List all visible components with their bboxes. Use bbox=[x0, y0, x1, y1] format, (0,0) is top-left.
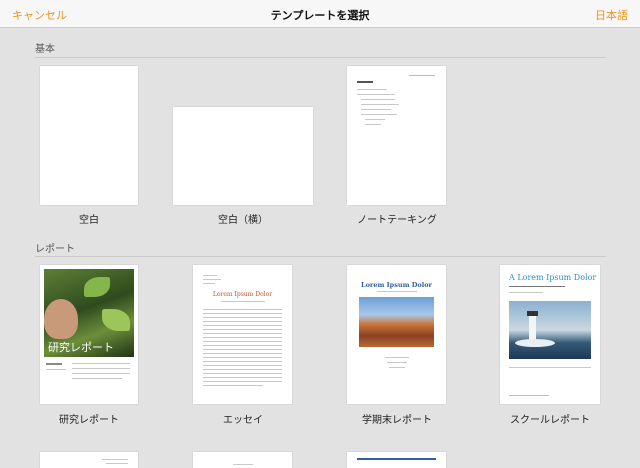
template-note-taking[interactable] bbox=[347, 66, 446, 205]
decorative-line bbox=[203, 329, 282, 330]
template-term-paper[interactable]: Lorem Ipsum Dolor bbox=[347, 265, 446, 404]
template-caption: 空白（横） bbox=[218, 215, 268, 226]
decorative-line bbox=[203, 333, 282, 334]
template-thumbnail-partial[interactable] bbox=[193, 452, 292, 468]
decorative-line bbox=[377, 291, 417, 292]
decorative-line bbox=[203, 283, 215, 284]
decorative-line bbox=[233, 464, 253, 465]
decorative-line bbox=[106, 463, 128, 464]
decorative-line bbox=[509, 395, 549, 396]
section-divider bbox=[35, 57, 606, 58]
decorative-line bbox=[509, 286, 565, 287]
decorative-line bbox=[357, 94, 395, 95]
decorative-line bbox=[361, 109, 391, 110]
decorative-line bbox=[221, 301, 265, 302]
decorative-line bbox=[365, 124, 381, 125]
decorative-line bbox=[385, 357, 409, 358]
template-caption: 空白 bbox=[79, 215, 99, 226]
decorative-line bbox=[203, 353, 282, 354]
decorative-line bbox=[203, 385, 263, 386]
decorative-line bbox=[72, 373, 130, 374]
template-research-report[interactable]: 研究レポート bbox=[40, 265, 138, 404]
decorative-line bbox=[387, 362, 407, 363]
navigation-bar: キャンセル テンプレートを選択 日本語 bbox=[0, 0, 640, 28]
hand-shape bbox=[44, 299, 78, 339]
decorative-line bbox=[361, 114, 397, 115]
decorative-line bbox=[72, 378, 122, 379]
template-caption: 学期末レポート bbox=[362, 415, 432, 426]
decorative-line bbox=[509, 292, 543, 293]
decorative-line bbox=[509, 367, 591, 368]
section-title-report: レポート bbox=[35, 244, 75, 255]
decorative-line bbox=[203, 279, 221, 280]
decorative-line bbox=[46, 363, 62, 365]
decorative-line bbox=[203, 321, 282, 322]
leaf-shape bbox=[102, 309, 130, 331]
canyon-photo bbox=[359, 297, 434, 347]
decorative-line bbox=[102, 459, 128, 460]
decorative-line bbox=[203, 313, 282, 314]
decorative-line bbox=[46, 369, 66, 370]
decorative-line bbox=[389, 367, 405, 368]
decorative-line bbox=[357, 458, 436, 460]
school-report-heading: A Lorem Ipsum Dolor bbox=[509, 273, 597, 282]
decorative-line bbox=[361, 99, 395, 100]
wave-shape bbox=[515, 339, 555, 347]
decorative-line bbox=[72, 363, 130, 364]
decorative-line bbox=[203, 369, 282, 370]
decorative-line bbox=[203, 361, 282, 362]
page-title: テンプレートを選択 bbox=[270, 9, 370, 22]
decorative-line bbox=[357, 81, 373, 83]
decorative-line bbox=[72, 368, 130, 369]
decorative-line bbox=[203, 377, 282, 378]
template-caption: ノートテーキング bbox=[357, 215, 437, 226]
cover-title: 研究レポート bbox=[48, 341, 114, 354]
lighthouse-top-shape bbox=[527, 311, 538, 316]
decorative-line bbox=[203, 345, 282, 346]
lighthouse-photo bbox=[509, 301, 591, 359]
decorative-line bbox=[409, 75, 435, 76]
template-blank[interactable] bbox=[40, 66, 138, 205]
template-blank-landscape[interactable] bbox=[173, 107, 313, 205]
template-school-report[interactable]: A Lorem Ipsum Dolor bbox=[500, 265, 600, 404]
essay-heading: Lorem Ipsum Dolor bbox=[212, 291, 273, 298]
decorative-line bbox=[203, 325, 282, 326]
decorative-line bbox=[357, 89, 387, 90]
lighthouse-shape bbox=[529, 315, 536, 341]
decorative-line bbox=[203, 275, 217, 276]
template-thumbnail-partial[interactable] bbox=[40, 452, 138, 468]
decorative-line bbox=[361, 104, 399, 105]
leaf-shape bbox=[84, 277, 110, 297]
decorative-line bbox=[203, 373, 282, 374]
template-caption: 研究レポート bbox=[59, 415, 119, 426]
template-caption: エッセイ bbox=[223, 415, 263, 426]
term-paper-heading: Lorem Ipsum Dolor bbox=[361, 281, 432, 289]
decorative-line bbox=[203, 337, 282, 338]
decorative-line bbox=[203, 349, 282, 350]
language-button[interactable]: 日本語 bbox=[595, 7, 628, 23]
template-thumbnail-partial[interactable] bbox=[347, 452, 446, 468]
template-caption: スクールレポート bbox=[510, 415, 590, 426]
decorative-line bbox=[365, 119, 385, 120]
decorative-line bbox=[203, 317, 282, 318]
section-title-basic: 基本 bbox=[35, 44, 55, 55]
decorative-line bbox=[203, 341, 282, 342]
cover-photo: 研究レポート bbox=[44, 269, 134, 357]
section-divider bbox=[35, 256, 606, 257]
template-essay[interactable]: Lorem Ipsum Dolor bbox=[193, 265, 292, 404]
decorative-line bbox=[203, 309, 282, 310]
decorative-line bbox=[203, 381, 282, 382]
decorative-line bbox=[203, 357, 282, 358]
decorative-line bbox=[203, 365, 282, 366]
